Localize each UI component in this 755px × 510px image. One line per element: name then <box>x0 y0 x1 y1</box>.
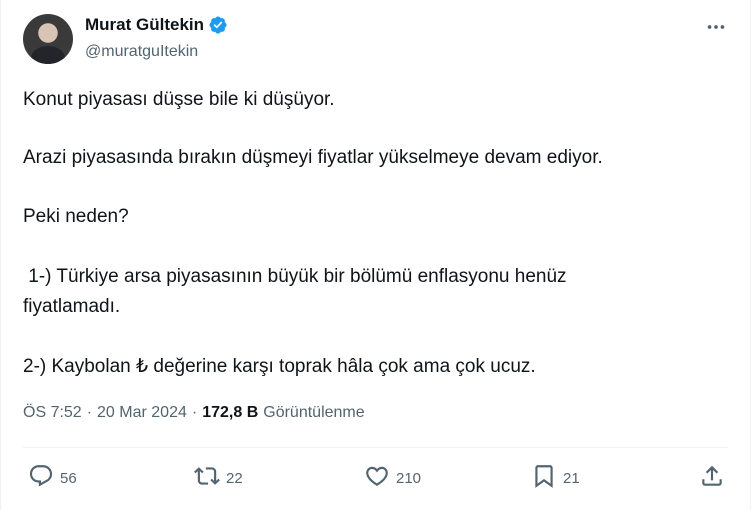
like-count: 210 <box>396 469 422 487</box>
share-icon <box>699 463 725 493</box>
action-bar: 56 22 210 21 <box>1 460 752 496</box>
avatar[interactable] <box>23 14 73 64</box>
tweet-date[interactable]: 20 Mar 2024 <box>97 404 187 422</box>
meta-separator: · <box>191 404 198 421</box>
reply-button[interactable]: 56 <box>28 460 77 496</box>
more-dots-icon[interactable] <box>704 17 728 37</box>
tweet-text-line-5: fiyatlamadı. <box>23 296 121 317</box>
tweet-card: Murat Gültekin @muratguItekin Konut piya… <box>0 0 751 510</box>
tweet-text-line-6: 2-) Kaybolan ₺ değerine karşı toprak hâl… <box>23 356 536 377</box>
like-button[interactable]: 210 <box>364 460 421 496</box>
tweet-meta: ÖS 7:52 · 20 Mar 2024 · 172,8 B Görüntül… <box>23 404 365 422</box>
views-count: 172,8 B <box>202 404 259 421</box>
bookmark-icon <box>531 463 557 493</box>
tweet-text-line-4: 1-) Türkiye arsa piyasasının büyük bir b… <box>23 266 567 287</box>
tweet-text-line-3: Peki neden? <box>23 206 129 227</box>
author-name[interactable]: Murat Gültekin <box>85 15 204 35</box>
divider <box>23 447 728 448</box>
views-label: Görüntülenme <box>263 404 365 421</box>
bookmark-button[interactable]: 21 <box>531 460 580 496</box>
repost-icon <box>194 463 220 493</box>
repost-count: 22 <box>226 469 243 487</box>
author-name-row: Murat Gültekin <box>85 15 228 35</box>
tweet-text-line-1: Konut piyasası düşse bile ki düşüyor. <box>23 89 335 110</box>
bookmark-count: 21 <box>563 469 580 487</box>
repost-button[interactable]: 22 <box>194 460 243 496</box>
tweet-text-line-2: Arazi piyasasında bırakın düşmeyi fiyatl… <box>23 147 603 168</box>
reply-count: 56 <box>60 469 77 487</box>
reply-icon <box>28 463 54 493</box>
author-handle[interactable]: @muratguItekin <box>85 43 198 61</box>
share-button[interactable] <box>699 460 725 496</box>
verified-badge-icon <box>208 15 228 35</box>
meta-separator: · <box>86 404 93 421</box>
tweet-time[interactable]: ÖS 7:52 <box>23 404 82 422</box>
heart-icon <box>364 463 390 493</box>
